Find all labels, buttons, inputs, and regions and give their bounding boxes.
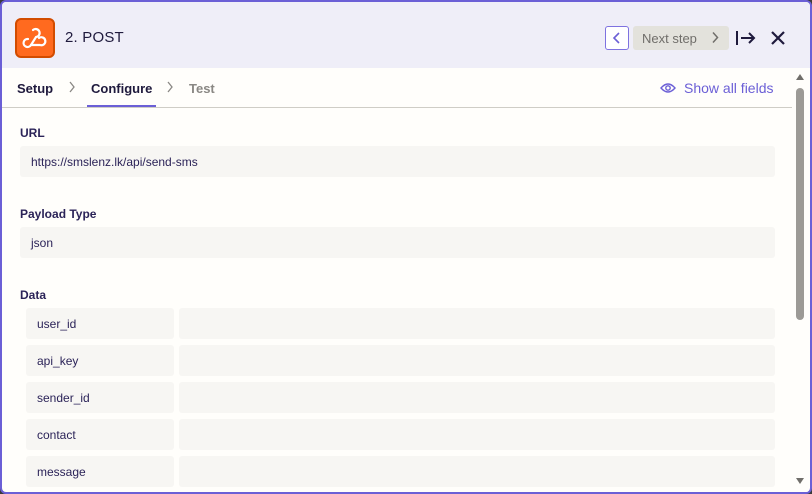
show-all-fields-label: Show all fields [684, 80, 774, 96]
chevron-right-icon [69, 81, 75, 93]
eye-icon [660, 83, 676, 93]
scroll-up-arrow-icon[interactable] [796, 74, 804, 80]
data-value-field[interactable] [179, 456, 775, 487]
step-title: 2. POST [65, 29, 124, 46]
next-step-button[interactable]: Next step [633, 26, 729, 50]
next-step-label: Next step [642, 30, 697, 46]
chevron-left-icon [612, 32, 620, 44]
scroll-down-arrow-icon[interactable] [796, 478, 804, 484]
payload-type-field[interactable]: json [20, 227, 775, 258]
previous-step-button[interactable] [605, 26, 629, 50]
vertical-scrollbar[interactable] [792, 68, 808, 492]
close-icon[interactable] [768, 28, 788, 48]
data-key-field[interactable]: user_id [26, 308, 174, 339]
webhook-icon [15, 18, 55, 58]
url-field[interactable]: https://smslenz.lk/api/send-sms [20, 146, 775, 177]
step-editor-panel: 2. POST Next step Setup Configure Test S… [0, 0, 812, 494]
tab-configure[interactable]: Configure [91, 81, 152, 96]
show-all-fields-button[interactable]: Show all fields [660, 80, 774, 96]
panel-header: 2. POST Next step [2, 2, 810, 68]
payload-type-label: Payload Type [20, 207, 97, 221]
url-label: URL [20, 126, 45, 140]
data-value-field[interactable] [179, 308, 775, 339]
tab-test[interactable]: Test [189, 81, 215, 96]
step-tabs: Setup Configure Test Show all fields [2, 68, 792, 108]
scrollbar-thumb[interactable] [796, 88, 804, 320]
data-label: Data [20, 288, 47, 302]
chevron-right-icon [712, 31, 719, 44]
data-key-field[interactable]: contact [26, 419, 174, 450]
active-tab-indicator [87, 105, 156, 107]
data-key-field[interactable]: api_key [26, 345, 174, 376]
tab-setup[interactable]: Setup [17, 81, 53, 96]
data-value-field[interactable] [179, 382, 775, 413]
data-key-field[interactable]: sender_id [26, 382, 174, 413]
expand-panel-icon[interactable] [735, 28, 757, 48]
data-key-field[interactable]: message [26, 456, 174, 487]
configure-form: URL https://smslenz.lk/api/send-sms Payl… [2, 108, 792, 492]
data-value-field[interactable] [179, 345, 775, 376]
data-value-field[interactable] [179, 419, 775, 450]
chevron-right-icon [167, 81, 173, 93]
